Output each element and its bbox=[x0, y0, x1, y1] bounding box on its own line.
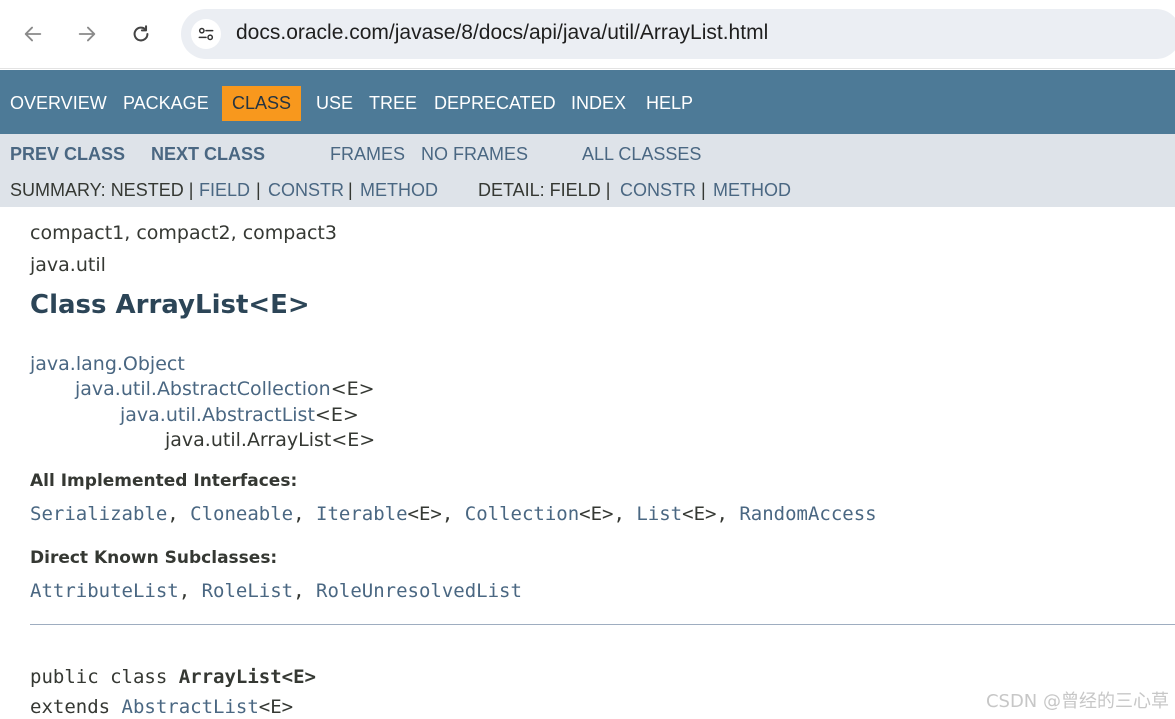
detail-label: DETAIL: FIELD | bbox=[478, 180, 611, 200]
nav-tree[interactable]: TREE bbox=[369, 92, 417, 128]
hierarchy-generic-2: <E> bbox=[314, 404, 359, 426]
subclass-rolelist-link[interactable]: RoleList bbox=[202, 580, 294, 602]
address-bar[interactable]: docs.oracle.com/javase/8/docs/api/java/u… bbox=[181, 9, 1175, 59]
frames-link[interactable]: FRAMES bbox=[330, 144, 405, 165]
summary-method-link[interactable]: METHOD bbox=[360, 180, 438, 201]
nav-class-active[interactable]: CLASS bbox=[222, 86, 302, 121]
nav-use[interactable]: USE bbox=[316, 92, 353, 128]
detail-sep: | bbox=[701, 180, 706, 200]
hierarchy-abstractcollection-link[interactable]: java.util.AbstractCollection bbox=[75, 378, 331, 400]
site-settings-icon[interactable] bbox=[191, 19, 221, 49]
detail-method-link[interactable]: METHOD bbox=[713, 180, 791, 201]
extends-abstractlist-link[interactable]: AbstractList bbox=[122, 696, 259, 718]
interfaces-list: Serializable, Cloneable, Iterable<E>, Co… bbox=[30, 503, 877, 525]
detail-constr-link[interactable]: CONSTR bbox=[620, 180, 696, 201]
hierarchy-arraylist: java.util.ArrayList<E> bbox=[165, 429, 376, 451]
hierarchy-generic-1: <E> bbox=[330, 378, 375, 400]
summary-sep-1: | bbox=[256, 180, 261, 200]
interface-collection-link[interactable]: Collection bbox=[465, 503, 579, 525]
subclass-attributelist-link[interactable]: AttributeList bbox=[30, 580, 179, 602]
subclasses-list: AttributeList, RoleList, RoleUnresolvedL… bbox=[30, 580, 522, 602]
interfaces-header: All Implemented Interfaces: bbox=[30, 471, 298, 491]
nav-deprecated[interactable]: DEPRECATED bbox=[434, 92, 556, 128]
top-nav-bar: OVERVIEW PACKAGE CLASS USE TREE DEPRECAT… bbox=[0, 70, 1175, 134]
package-name: java.util bbox=[30, 254, 106, 276]
summary-sep-2: | bbox=[348, 180, 353, 200]
summary-label: SUMMARY: NESTED | bbox=[10, 180, 194, 200]
extends-clause: extends AbstractList<E> bbox=[30, 696, 294, 718]
summary-constr-link[interactable]: CONSTR bbox=[268, 180, 344, 201]
hierarchy-level-1: java.util.AbstractCollection<E> bbox=[75, 378, 375, 400]
next-class-link[interactable]: NEXT CLASS bbox=[151, 144, 265, 165]
page-title: Class ArrayList<E> bbox=[30, 290, 310, 320]
reload-icon[interactable] bbox=[123, 16, 159, 52]
prev-class-link[interactable]: PREV CLASS bbox=[10, 144, 125, 165]
hierarchy-level-2: java.util.AbstractList<E> bbox=[120, 404, 359, 426]
back-arrow-icon[interactable] bbox=[15, 16, 51, 52]
interface-list-link[interactable]: List bbox=[636, 503, 682, 525]
declaration-class-name: ArrayList<E> bbox=[178, 666, 316, 688]
profile-list: compact1, compact2, compact3 bbox=[30, 222, 337, 244]
class-declaration: public class ArrayList<E> bbox=[30, 666, 316, 688]
all-classes-link[interactable]: ALL CLASSES bbox=[582, 144, 701, 165]
subclasses-header: Direct Known Subclasses: bbox=[30, 548, 278, 568]
interface-iterable-link[interactable]: Iterable bbox=[316, 503, 408, 525]
no-frames-link[interactable]: NO FRAMES bbox=[421, 144, 528, 165]
nav-help[interactable]: HELP bbox=[646, 92, 693, 128]
hierarchy-abstractlist-link[interactable]: java.util.AbstractList bbox=[120, 404, 315, 426]
interface-cloneable-link[interactable]: Cloneable bbox=[190, 503, 293, 525]
forward-arrow-icon[interactable] bbox=[69, 16, 105, 52]
browser-toolbar: docs.oracle.com/javase/8/docs/api/java/u… bbox=[0, 0, 1175, 69]
hierarchy-object-link[interactable]: java.lang.Object bbox=[30, 353, 185, 375]
summary-field-link[interactable]: FIELD bbox=[199, 180, 250, 201]
nav-index[interactable]: INDEX bbox=[571, 92, 626, 128]
divider bbox=[30, 624, 1175, 625]
subclass-roleunresolvedlist-link[interactable]: RoleUnresolvedList bbox=[316, 580, 522, 602]
sub-nav-bar: PREV CLASS NEXT CLASS FRAMES NO FRAMES A… bbox=[0, 134, 1175, 207]
url-text[interactable]: docs.oracle.com/javase/8/docs/api/java/u… bbox=[236, 21, 768, 45]
nav-package[interactable]: PACKAGE bbox=[123, 92, 209, 128]
interface-serializable-link[interactable]: Serializable bbox=[30, 503, 167, 525]
interface-randomaccess-link[interactable]: RandomAccess bbox=[739, 503, 876, 525]
nav-overview[interactable]: OVERVIEW bbox=[10, 92, 107, 128]
watermark: CSDN @曾经的三心草 bbox=[985, 691, 1169, 712]
